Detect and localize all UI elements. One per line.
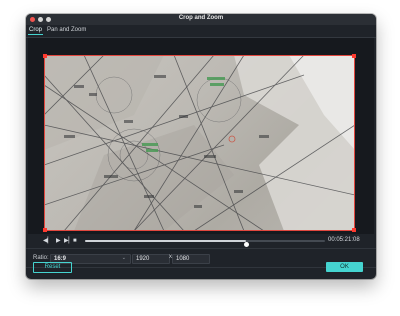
playback-bar: ◀▏ ▶ ▶▏ ■ 00:05:21:08 bbox=[26, 235, 376, 247]
divider bbox=[26, 267, 376, 268]
crop-rectangle[interactable] bbox=[43, 54, 356, 232]
preview-stage bbox=[28, 38, 374, 234]
crop-handle-top-left[interactable] bbox=[43, 54, 47, 58]
tab-crop[interactable]: Crop bbox=[27, 27, 44, 35]
tab-pan-and-zoom[interactable]: Pan and Zoom bbox=[47, 27, 86, 33]
width-field[interactable]: 1920 bbox=[132, 254, 170, 264]
timecode: 00:05:21:08 bbox=[328, 237, 360, 243]
divider bbox=[26, 248, 376, 249]
play-icon[interactable]: ▶ bbox=[56, 238, 63, 244]
window-title: Crop and Zoom bbox=[178, 15, 224, 21]
timeline-progress bbox=[85, 240, 246, 242]
stop-icon[interactable]: ■ bbox=[73, 238, 80, 244]
crop-handle-top-right[interactable] bbox=[352, 54, 356, 58]
tab-bar: Crop Pan and Zoom bbox=[26, 25, 376, 37]
crop-handle-bottom-left[interactable] bbox=[43, 228, 47, 232]
chevron-down-icon: ⌄ bbox=[121, 255, 126, 261]
reset-button[interactable]: Reset bbox=[33, 262, 72, 273]
crop-and-zoom-dialog: Crop and Zoom Crop Pan and Zoom ◀▏ ▶ ▶▏ … bbox=[26, 14, 376, 279]
height-field[interactable]: 1080 bbox=[172, 254, 210, 264]
crop-handle-bottom-right[interactable] bbox=[352, 228, 356, 232]
timeline-track[interactable] bbox=[85, 240, 325, 247]
playhead-handle[interactable] bbox=[243, 242, 249, 247]
step-forward-icon[interactable]: ▶▏ bbox=[64, 238, 73, 244]
ok-button[interactable]: OK bbox=[326, 262, 363, 272]
ratio-label: Ratio: bbox=[33, 255, 49, 261]
title-bar: Crop and Zoom bbox=[26, 14, 376, 25]
step-back-icon[interactable]: ◀▏ bbox=[43, 238, 52, 244]
